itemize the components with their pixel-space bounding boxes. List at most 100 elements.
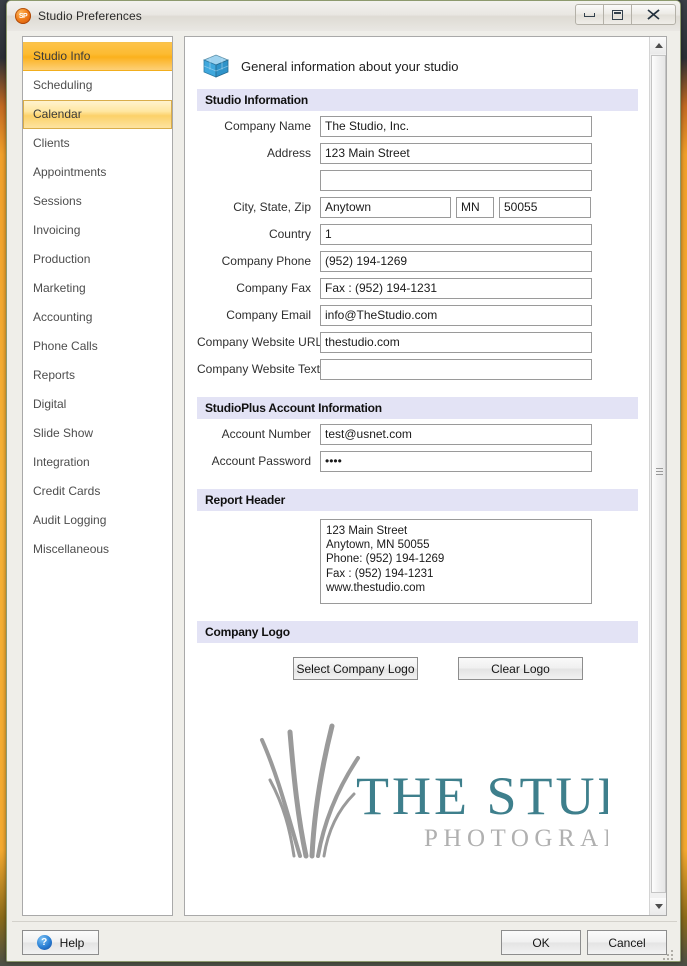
- section-header-studio-information: Studio Information: [197, 89, 638, 111]
- field-row-company-email: Company Email info@TheStudio.com: [197, 303, 638, 327]
- field-row-company-name: Company Name The Studio, Inc.: [197, 114, 638, 138]
- report-header-textarea[interactable]: 123 Main Street Anytown, MN 50055 Phone:…: [320, 519, 592, 604]
- city-input[interactable]: Anytown: [320, 196, 451, 218]
- field-row-company-fax: Company Fax Fax : (952) 194-1231: [197, 276, 638, 300]
- sidebar-item-integration[interactable]: Integration: [23, 448, 172, 477]
- company-name-label: Company Name: [224, 119, 311, 133]
- sidebar-item-calendar[interactable]: Calendar: [23, 100, 172, 129]
- scroll-up-arrow-icon: [654, 42, 663, 48]
- zip-input[interactable]: 50055: [499, 196, 591, 218]
- website-url-input[interactable]: thestudio.com: [320, 331, 592, 353]
- cancel-button[interactable]: Cancel: [587, 930, 667, 955]
- sidebar-item-label: Phone Calls: [33, 339, 98, 353]
- sidebar-item-studio-info[interactable]: Studio Info: [23, 42, 172, 71]
- sidebar-item-production[interactable]: Production: [23, 245, 172, 274]
- close-icon: [647, 9, 660, 20]
- field-row-address1: Address 123 Main Street: [197, 141, 638, 165]
- clear-logo-button[interactable]: Clear Logo: [458, 657, 583, 680]
- section-header-report-header: Report Header: [197, 489, 638, 511]
- minimize-button[interactable]: [575, 4, 604, 25]
- the-studio-photography-logo: THE STUDIO PHOTOGRAPHY: [259, 723, 608, 859]
- sidebar-item-digital[interactable]: Digital: [23, 390, 172, 419]
- minimize-icon: [584, 12, 595, 17]
- account-number-label: Account Number: [221, 427, 311, 441]
- content-scroll-region: General information about your studio St…: [185, 37, 650, 915]
- sidebar-item-reports[interactable]: Reports: [23, 361, 172, 390]
- blue-cube-icon: [202, 54, 230, 78]
- sidebar-item-label: Invoicing: [33, 223, 81, 237]
- panel-header: General information about your studio: [197, 47, 638, 85]
- website-url-label: Company Website URL: [197, 335, 323, 349]
- field-row-country: Country 1: [197, 222, 638, 246]
- sidebar-item-label: Calendar: [33, 107, 82, 121]
- address-line2-input[interactable]: [320, 169, 592, 191]
- restore-button[interactable]: [603, 4, 632, 25]
- field-row-account-password: Account Password ••••: [197, 449, 638, 473]
- window-controls: [575, 4, 676, 25]
- resize-grip[interactable]: [663, 950, 674, 961]
- restore-icon: [612, 9, 623, 20]
- sidebar-item-label: Sessions: [33, 194, 82, 208]
- sidebar-item-label: Audit Logging: [33, 513, 107, 527]
- state-input[interactable]: MN: [456, 196, 494, 218]
- scroll-down-button[interactable]: [650, 898, 666, 915]
- sidebar-item-scheduling[interactable]: Scheduling: [23, 71, 172, 100]
- sidebar-item-label: Accounting: [33, 310, 93, 324]
- company-email-label: Company Email: [226, 308, 311, 322]
- sidebar-item-marketing[interactable]: Marketing: [23, 274, 172, 303]
- sidebar-item-label: Integration: [33, 455, 90, 469]
- country-input[interactable]: 1: [320, 223, 592, 245]
- sidebar-item-label: Digital: [33, 397, 67, 411]
- close-button[interactable]: [631, 4, 676, 25]
- scrollbar-grip: [656, 468, 663, 475]
- company-email-input[interactable]: info@TheStudio.com: [320, 304, 592, 326]
- sidebar-item-invoicing[interactable]: Invoicing: [23, 216, 172, 245]
- sidebar-item-appointments[interactable]: Appointments: [23, 158, 172, 187]
- scrollbar-thumb[interactable]: [651, 55, 666, 893]
- studio-plus-logo-icon: [15, 8, 31, 24]
- title-bar: Studio Preferences: [7, 1, 680, 31]
- account-password-input[interactable]: ••••: [320, 450, 592, 472]
- ok-button[interactable]: OK: [501, 930, 581, 955]
- sidebar-item-label: Slide Show: [33, 426, 94, 440]
- field-row-website-text: Company Website Text: [197, 357, 638, 381]
- report-header-row: 123 Main Street Anytown, MN 50055 Phone:…: [197, 519, 638, 604]
- scroll-down-arrow-icon: [654, 903, 663, 909]
- sidebar-item-label: Credit Cards: [33, 484, 101, 498]
- field-row-city-state-zip: City, State, Zip Anytown MN 50055: [197, 195, 638, 219]
- company-phone-label: Company Phone: [221, 254, 311, 268]
- company-phone-input[interactable]: (952) 194-1269: [320, 250, 592, 272]
- sidebar-item-clients[interactable]: Clients: [23, 129, 172, 158]
- sidebar-item-phone-calls[interactable]: Phone Calls: [23, 332, 172, 361]
- field-row-account-number: Account Number test@usnet.com: [197, 422, 638, 446]
- sidebar-item-label: Appointments: [33, 165, 107, 179]
- report-header-spacer: [197, 519, 320, 604]
- dialog-footer: Help OK Cancel: [12, 921, 677, 961]
- company-fax-label: Company Fax: [236, 281, 311, 295]
- sidebar-item-audit-logging[interactable]: Audit Logging: [23, 506, 172, 535]
- studio-preferences-window: Studio Preferences Studio Info Schedulin…: [6, 0, 681, 962]
- sidebar-item-label: Reports: [33, 368, 76, 382]
- website-text-input[interactable]: [320, 358, 592, 380]
- company-fax-input[interactable]: Fax : (952) 194-1231: [320, 277, 592, 299]
- sidebar-item-slide-show[interactable]: Slide Show: [23, 419, 172, 448]
- website-text-label: Company Website Text: [197, 362, 320, 376]
- help-question-icon: [36, 935, 52, 950]
- content-vertical-scrollbar[interactable]: [649, 37, 666, 915]
- sidebar-item-sessions[interactable]: Sessions: [23, 187, 172, 216]
- svg-text:THE STUDIO: THE STUDIO: [356, 766, 608, 826]
- account-password-label: Account Password: [211, 454, 311, 468]
- account-number-input[interactable]: test@usnet.com: [320, 423, 592, 445]
- scroll-up-button[interactable]: [650, 37, 666, 54]
- city-state-zip-label: City, State, Zip: [233, 200, 311, 214]
- help-button[interactable]: Help: [22, 930, 99, 955]
- sidebar-item-credit-cards[interactable]: Credit Cards: [23, 477, 172, 506]
- sidebar-item-label: Studio Info: [33, 49, 91, 63]
- company-name-input[interactable]: The Studio, Inc.: [320, 115, 592, 137]
- svg-text:PHOTOGRAPHY: PHOTOGRAPHY: [424, 825, 608, 852]
- address-line1-input[interactable]: 123 Main Street: [320, 142, 592, 164]
- sidebar-item-miscellaneous[interactable]: Miscellaneous: [23, 535, 172, 564]
- select-company-logo-button[interactable]: Select Company Logo: [293, 657, 418, 680]
- sidebar-item-accounting[interactable]: Accounting: [23, 303, 172, 332]
- preferences-nav-list[interactable]: Studio Info Scheduling Calendar Clients …: [22, 36, 173, 916]
